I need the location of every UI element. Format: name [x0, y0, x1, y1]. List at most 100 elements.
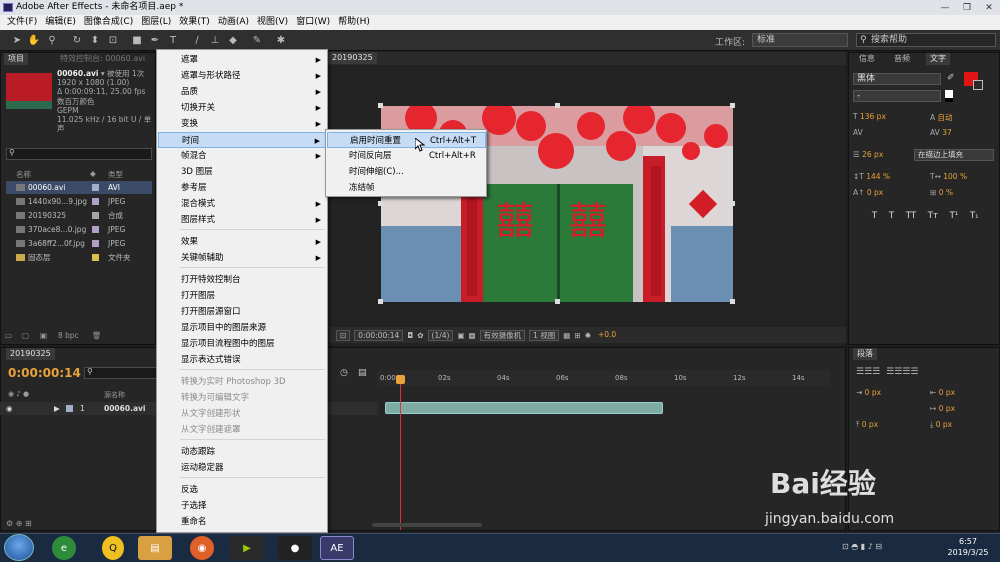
horizontal-scale-value[interactable]: 100 % — [943, 172, 967, 181]
menu-composition[interactable]: 图像合成(C) — [80, 15, 137, 30]
pen-tool-icon[interactable]: ✒ — [148, 33, 162, 47]
white-swatch[interactable] — [945, 90, 953, 98]
transparency-grid-icon[interactable]: ▩ — [469, 331, 476, 340]
timeline-bottom-icons[interactable]: ⚙ ⊕ ⊞ — [6, 519, 32, 528]
tab-text[interactable]: 文字 — [926, 53, 950, 65]
project-item-row[interactable]: 1440x90...9.jpg JPEG — [6, 195, 152, 208]
project-item-label-color[interactable] — [92, 184, 99, 191]
context-menu-item[interactable]: 品质 ▶ — [158, 84, 327, 100]
font-size-field[interactable]: T 136 px — [853, 112, 886, 121]
stroke-width-value[interactable]: 26 px — [862, 150, 883, 159]
close-button[interactable]: ✕ — [978, 0, 1000, 15]
context-menu-item[interactable]: 图层样式 ▶ — [158, 212, 327, 228]
menu-animation[interactable]: 动画(A) — [214, 15, 253, 30]
align-right-icon[interactable]: ☰ — [872, 367, 880, 377]
indent-left-field[interactable]: ⇥ 0 px — [856, 388, 881, 397]
context-menu-item[interactable]: 显示表达式错误 — [158, 352, 327, 368]
submenu-item[interactable]: 启用时间重置 Ctrl+Alt+T — [327, 132, 486, 148]
context-menu-item[interactable]: 反选 — [158, 482, 327, 498]
indent-first-field[interactable]: ↦ 0 px — [930, 404, 955, 413]
project-search-input[interactable]: ⚲ — [6, 148, 152, 160]
menu-help[interactable]: 帮助(H) — [334, 15, 374, 30]
exposure-value[interactable]: +0.0 — [595, 330, 619, 341]
new-comp-icon[interactable]: ▣ — [40, 331, 47, 340]
bounding-handle-t[interactable] — [555, 103, 560, 108]
space-after-field[interactable]: ⤓ 0 px — [930, 420, 952, 430]
text-tool-icon[interactable]: T — [166, 33, 180, 47]
bounding-handle-br[interactable] — [730, 299, 735, 304]
context-menu-item[interactable]: 遮罩与形状路径 ▶ — [158, 68, 327, 84]
toggle-pixel-icon[interactable]: ▦ — [563, 331, 570, 340]
project-item-label-color[interactable] — [92, 198, 99, 205]
recorder-icon[interactable]: ● — [278, 536, 312, 560]
browser-360-icon[interactable]: e — [52, 536, 76, 560]
qq-icon[interactable]: Q — [102, 536, 124, 560]
visibility-icon[interactable]: ◉ — [6, 402, 13, 415]
indent-right-value[interactable]: 0 px — [939, 388, 955, 397]
start-button[interactable] — [4, 534, 34, 561]
indent-right-field[interactable]: ⇤ 0 px — [930, 388, 955, 397]
context-menu-item[interactable]: 混合模式 ▶ — [158, 196, 327, 212]
playhead-handle[interactable] — [396, 375, 405, 384]
horizontal-scale-field[interactable]: T↔ 100 % — [930, 172, 967, 181]
system-tray-icons[interactable]: ⊡ ◓ ▮ ♪ ⊟ — [842, 542, 882, 551]
context-menu-item[interactable]: 动态跟踪 — [158, 444, 327, 460]
label-tag-icon[interactable]: ◆ — [90, 169, 96, 178]
tracking-field[interactable]: AV 37 — [930, 128, 952, 137]
stroke-color-swatch[interactable] — [973, 80, 983, 90]
project-item-label-color[interactable] — [92, 254, 99, 261]
submenu-item[interactable]: 时间伸缩(C)... — [327, 164, 486, 180]
resolution-select[interactable]: (1/4) — [427, 329, 454, 341]
menu-file[interactable]: 文件(F) — [3, 15, 41, 30]
camera-tool-icon[interactable]: ⬍ — [88, 33, 102, 47]
space-before-value[interactable]: 0 px — [862, 420, 878, 429]
project-item-label-color[interactable] — [92, 240, 99, 247]
context-menu-item[interactable]: 时间 ▶ — [158, 132, 327, 148]
context-menu-item[interactable]: 效果 ▶ — [158, 234, 327, 250]
col-source-name[interactable]: 源名称 — [104, 390, 125, 400]
bounding-handle-l[interactable] — [378, 201, 383, 206]
menu-window[interactable]: 窗口(W) — [292, 15, 334, 30]
exposure-icon[interactable]: ✺ — [585, 331, 591, 340]
font-style-select[interactable]: - — [853, 90, 941, 102]
align-center-icon[interactable]: ☰ — [864, 367, 872, 377]
menu-edit[interactable]: 编辑(E) — [41, 15, 80, 30]
font-size-value[interactable]: 136 px — [860, 112, 886, 121]
tab-composition[interactable]: 20190325 — [328, 52, 377, 64]
maximize-button[interactable]: ❐ — [956, 0, 978, 15]
camtasia-icon[interactable]: ▶ — [230, 536, 264, 560]
tab-info[interactable]: 信息 — [855, 53, 879, 65]
brush-tool-icon[interactable]: ∕ — [190, 33, 204, 47]
tab-effect-controls[interactable]: 特效控制台: 00060.avi — [56, 53, 149, 65]
usage-count[interactable]: ▾ 被使用 1次 — [101, 69, 144, 78]
project-item-row[interactable]: 3a68ff2...0f.jpg JPEG — [6, 237, 152, 250]
align-left-icon[interactable]: ☰ — [856, 367, 864, 377]
tracking-value[interactable]: 37 — [942, 128, 952, 137]
color-depth[interactable]: 8 bpc — [58, 331, 79, 340]
firefox-icon[interactable]: ◉ — [190, 536, 214, 560]
project-item-label-color[interactable] — [92, 212, 99, 219]
context-menu-item[interactable]: 关键帧辅助 ▶ — [158, 250, 327, 266]
bounding-handle-tl[interactable] — [378, 103, 383, 108]
context-menu-item[interactable]: 打开图层 — [158, 288, 327, 304]
subscript-button[interactable]: T₁ — [970, 211, 979, 221]
context-menu-item[interactable]: 子选择 — [158, 498, 327, 514]
flowchart-icon[interactable]: ⊞ — [574, 331, 580, 340]
selection-tool-icon[interactable]: ➤ — [10, 33, 24, 47]
tab-timeline-comp[interactable]: 20190325 — [6, 348, 55, 360]
zoom-tool-icon[interactable]: ⚲ — [45, 33, 59, 47]
timeline-zoom-slider[interactable] — [372, 523, 482, 527]
all-caps-button[interactable]: TT — [906, 211, 916, 221]
tab-audio[interactable]: 音频 — [890, 53, 914, 65]
menu-layer[interactable]: 图层(L) — [137, 15, 175, 30]
playhead-line[interactable] — [400, 378, 401, 530]
indent-left-value[interactable]: 0 px — [865, 388, 881, 397]
context-menu-item[interactable]: 3D 图层 — [158, 164, 327, 180]
new-folder-icon[interactable]: ▢ — [22, 331, 29, 340]
baseline-shift-field[interactable]: A↑ 0 px — [853, 188, 883, 197]
faux-bold-button[interactable]: T — [872, 211, 877, 221]
file-explorer-icon[interactable]: ▤ — [138, 536, 172, 560]
snapshot-icon[interactable]: ◘ — [407, 331, 413, 340]
context-menu-item[interactable]: 参考层 — [158, 180, 327, 196]
rotate-tool-icon[interactable]: ↻ — [70, 33, 84, 47]
